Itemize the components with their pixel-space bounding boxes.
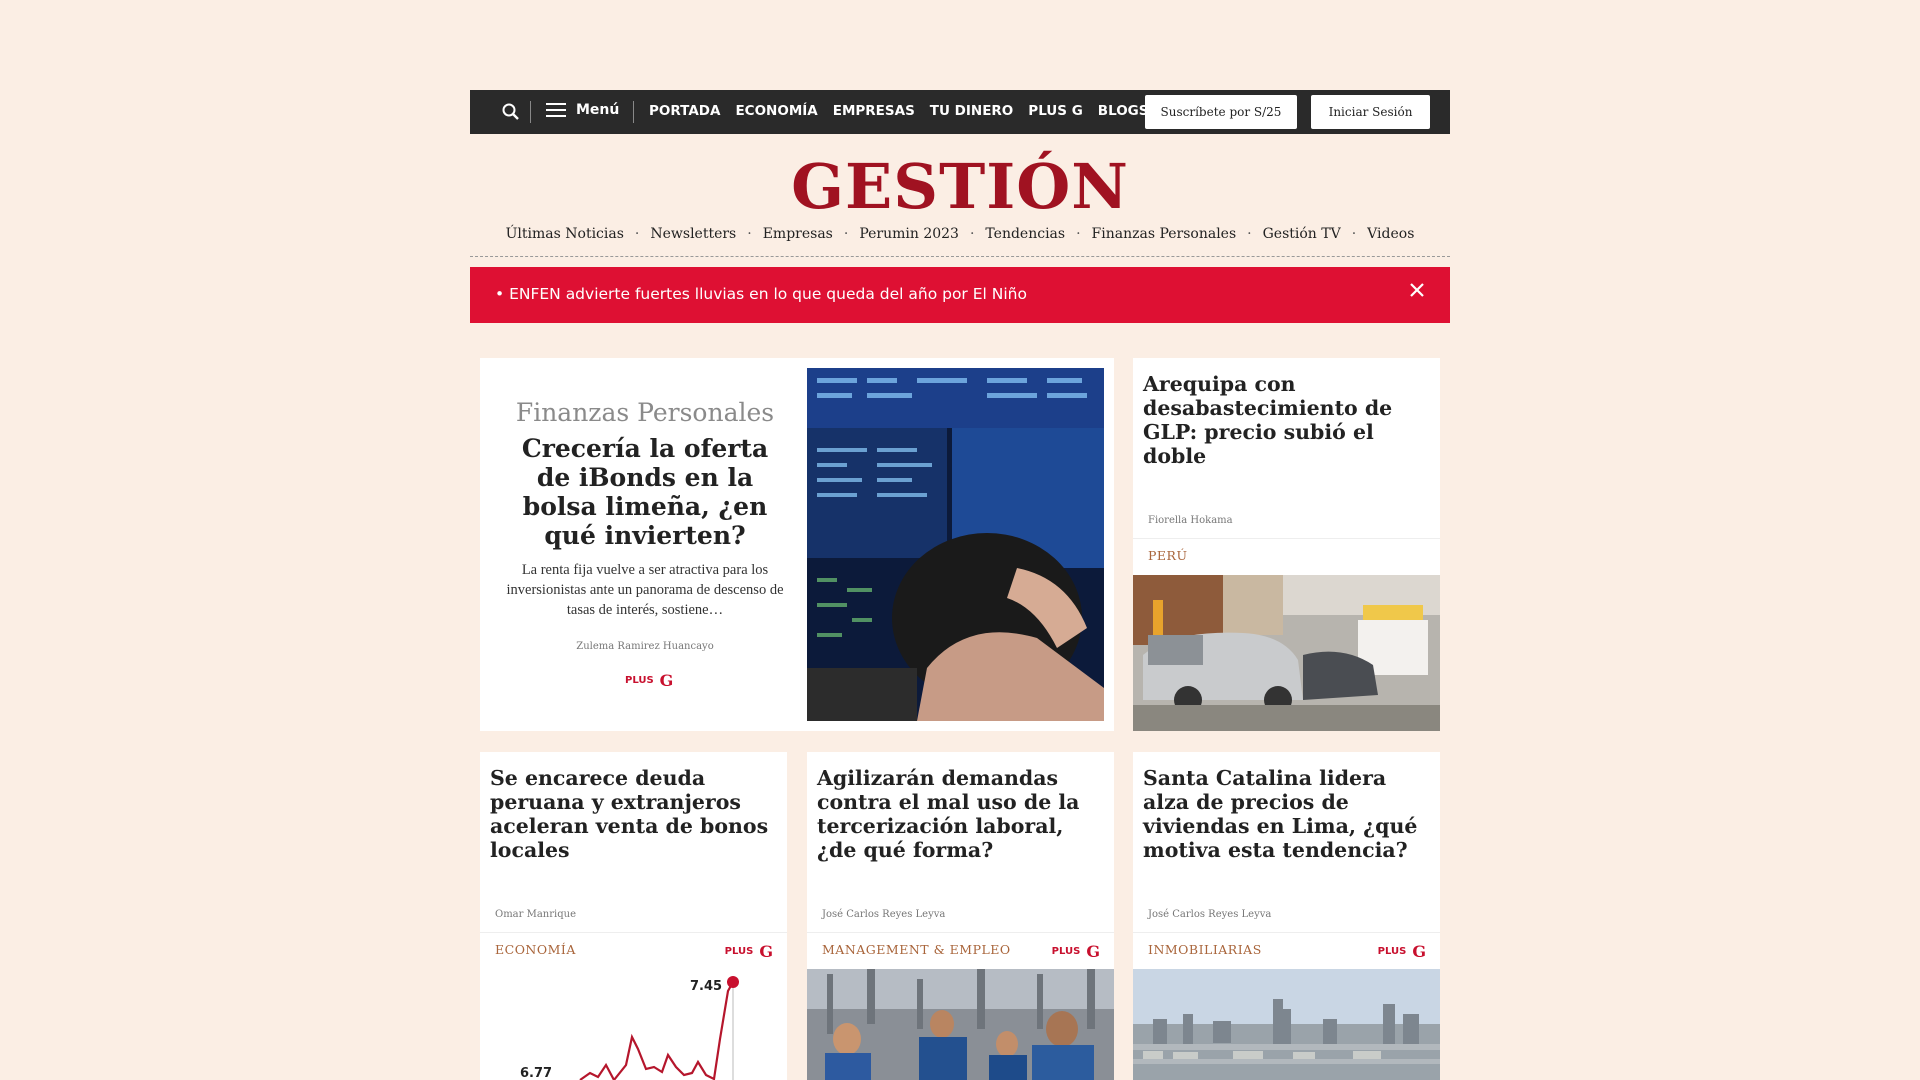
plus-label: PLUS — [1377, 946, 1407, 957]
card-divider — [480, 932, 787, 933]
logo-text: GESTIÓN — [791, 150, 1129, 223]
article-title[interactable]: Santa Catalina lidera alza de precios de… — [1143, 766, 1433, 862]
breaking-news-text[interactable]: • ENFEN advierte fuertes lluvias en lo q… — [495, 285, 1027, 303]
article-section-tag[interactable]: MANAGEMENT & EMPLEO — [822, 942, 1011, 957]
nav-link-portada[interactable]: PORTADA — [649, 103, 720, 119]
separator: · — [1351, 226, 1357, 242]
article-card[interactable]: Arequipa con desabastecimiento de GLP: p… — [1133, 358, 1440, 731]
article-title[interactable]: Crecería la oferta de iBonds en la bolsa… — [505, 434, 785, 550]
plus-label: PLUS — [724, 946, 754, 957]
separator: · — [1076, 226, 1081, 242]
separator: · — [634, 226, 640, 242]
section-link-empresas[interactable]: Empresas — [763, 226, 833, 256]
article-section-tag[interactable]: ECONOMÍA — [495, 942, 576, 957]
hamburger-icon — [546, 103, 566, 117]
article-author[interactable]: José Carlos Reyes Leyva — [822, 909, 945, 920]
article-section-tag[interactable]: PERÚ — [1148, 548, 1187, 563]
lima-skyline-photo[interactable] — [1133, 969, 1440, 1080]
g-mark-icon: G — [659, 671, 674, 690]
card-divider — [807, 932, 1114, 933]
section-nav: Últimas Noticias · Newsletters · Empresa… — [470, 226, 1450, 257]
card-divider — [1133, 932, 1440, 933]
nav-divider — [530, 101, 531, 123]
plus-label: PLUS — [625, 675, 654, 686]
separator: · — [1247, 226, 1252, 242]
plus-g-badge: PLUS G — [1052, 942, 1100, 961]
nav-divider — [633, 101, 634, 123]
login-button[interactable]: Iniciar Sesión — [1311, 95, 1430, 129]
article-section-tag[interactable]: INMOBILIARIAS — [1148, 942, 1262, 957]
subscribe-button[interactable]: Suscríbete por S/25 — [1145, 95, 1297, 129]
article-title[interactable]: Arequipa con desabastecimiento de GLP: p… — [1143, 372, 1433, 468]
chart-label-max: 7.45 — [690, 979, 722, 994]
article-title[interactable]: Agilizarán demandas contra el mal uso de… — [817, 766, 1107, 862]
search-icon[interactable] — [500, 101, 522, 123]
section-link-perumin[interactable]: Perumin 2023 — [859, 226, 959, 256]
separator: · — [969, 226, 975, 242]
g-mark-icon: G — [1412, 942, 1426, 961]
article-author[interactable]: José Carlos Reyes Leyva — [1148, 909, 1271, 920]
article-card[interactable]: Santa Catalina lidera alza de precios de… — [1133, 752, 1440, 1080]
section-link-videos[interactable]: Videos — [1367, 226, 1414, 256]
nav-link-blogs[interactable]: BLOGS — [1098, 103, 1149, 119]
plus-g-badge: PLUS G — [1378, 942, 1426, 961]
main-nav-links: PORTADA ECONOMÍA EMPRESAS TU DINERO PLUS… — [649, 103, 1148, 119]
nav-link-plus-g[interactable]: PLUS G — [1028, 103, 1082, 119]
article-author[interactable]: Fiorella Hokama — [1148, 515, 1233, 526]
nav-link-economia[interactable]: ECONOMÍA — [735, 103, 817, 119]
top-navigation-bar: Menú PORTADA ECONOMÍA EMPRESAS TU DINERO… — [470, 90, 1450, 134]
section-link-newsletters[interactable]: Newsletters — [650, 226, 736, 256]
article-card[interactable]: Agilizarán demandas contra el mal uso de… — [807, 752, 1114, 1080]
article-title[interactable]: Se encarece deuda peruana y extranjeros … — [490, 766, 780, 862]
article-author[interactable]: Zulema Ramirez Huancayo — [505, 641, 785, 652]
chart-label-start: 6.77 — [520, 1066, 552, 1080]
section-link-gestion-tv[interactable]: Gestión TV — [1263, 226, 1341, 256]
close-icon[interactable] — [1408, 281, 1426, 299]
gas-station-queue-photo[interactable] — [1133, 575, 1440, 731]
section-link-tendencias[interactable]: Tendencias — [985, 226, 1065, 256]
breaking-news-banner[interactable]: • ENFEN advierte fuertes lluvias en lo q… — [470, 267, 1450, 323]
stock-exchange-trader-photo[interactable] — [807, 368, 1104, 721]
factory-workers-photo[interactable] — [807, 969, 1114, 1080]
article-card[interactable]: Se encarece deuda peruana y extranjeros … — [480, 752, 787, 1080]
separator: · — [843, 226, 849, 242]
article-summary: La renta fija vuelve a ser atractiva par… — [506, 562, 784, 618]
plus-g-badge: PLUS G — [625, 671, 673, 690]
card-divider — [1133, 538, 1440, 539]
plus-label: PLUS — [1051, 946, 1081, 957]
g-mark-icon: G — [759, 942, 773, 961]
g-mark-icon: G — [1086, 942, 1100, 961]
menu-label: Menú — [576, 102, 620, 118]
bond-yield-chart[interactable]: 7.45 6.77 — [480, 969, 787, 1080]
menu-button[interactable]: Menú — [546, 102, 619, 118]
featured-article-card[interactable]: Finanzas Personales Crecería la oferta d… — [480, 358, 1114, 731]
separator: · — [747, 226, 752, 242]
nav-link-tu-dinero[interactable]: TU DINERO — [930, 103, 1014, 119]
article-kicker[interactable]: Finanzas Personales — [505, 398, 785, 427]
nav-link-empresas[interactable]: EMPRESAS — [833, 103, 915, 119]
section-link-ultimas-noticias[interactable]: Últimas Noticias — [506, 226, 624, 256]
section-link-finanzas-personales[interactable]: Finanzas Personales — [1092, 226, 1237, 256]
plus-g-badge: PLUS G — [725, 942, 773, 961]
article-author[interactable]: Omar Manrique — [495, 909, 576, 920]
site-logo[interactable]: GESTIÓN — [0, 150, 1920, 223]
